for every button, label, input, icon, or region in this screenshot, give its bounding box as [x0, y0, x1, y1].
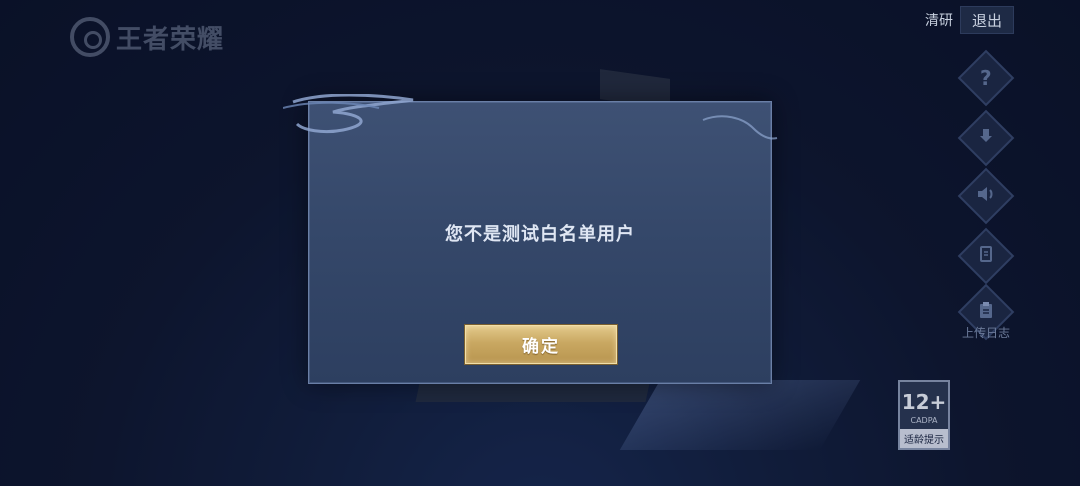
quality-label[interactable]: 清研: [925, 10, 953, 30]
cloud-ornament: [283, 94, 778, 140]
game-logo: 王者荣耀: [70, 17, 224, 57]
logo-icon: [70, 17, 110, 57]
alert-dialog: 您不是测试白名单用户 确定: [283, 94, 778, 384]
top-bar: 清研 退出: [925, 6, 1014, 34]
clipboard-icon: [977, 300, 995, 324]
age-rating-tip: 适龄提示: [900, 429, 948, 448]
age-rating: 12+: [901, 390, 947, 414]
download-icon: [977, 126, 995, 150]
exit-button[interactable]: 退出: [960, 6, 1014, 34]
repair-icon: [977, 244, 995, 268]
background-light: [619, 380, 861, 450]
question-icon: ?: [980, 65, 992, 90]
age-rating-org: CADPA: [910, 416, 938, 425]
speaker-icon: [976, 184, 996, 208]
confirm-button[interactable]: 确定: [465, 325, 617, 364]
age-rating-badge: 12+ CADPA 适龄提示: [898, 380, 950, 450]
logo-text: 王者荣耀: [116, 24, 225, 55]
upload-log-label[interactable]: 上传日志: [962, 324, 1010, 341]
dialog-message: 您不是测试白名单用户: [445, 224, 635, 245]
